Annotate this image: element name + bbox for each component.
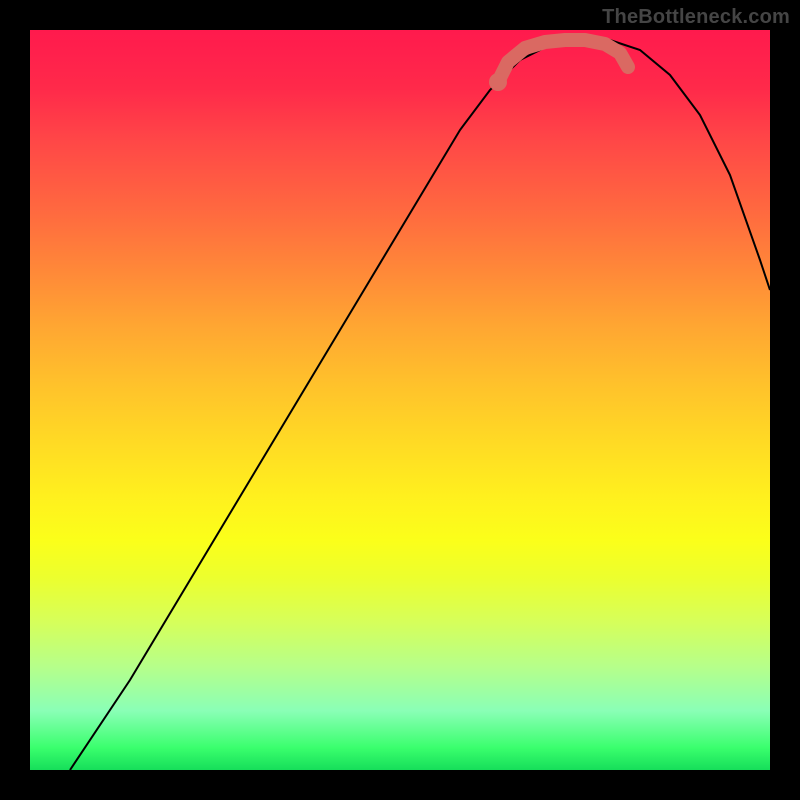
highlight-start-dot <box>489 73 507 91</box>
bottleneck-curve <box>70 40 770 770</box>
chart-frame: TheBottleneck.com <box>0 0 800 800</box>
plot-area <box>30 30 770 770</box>
optimal-highlight <box>498 40 628 82</box>
watermark-text: TheBottleneck.com <box>602 6 790 29</box>
chart-overlay <box>30 30 770 770</box>
